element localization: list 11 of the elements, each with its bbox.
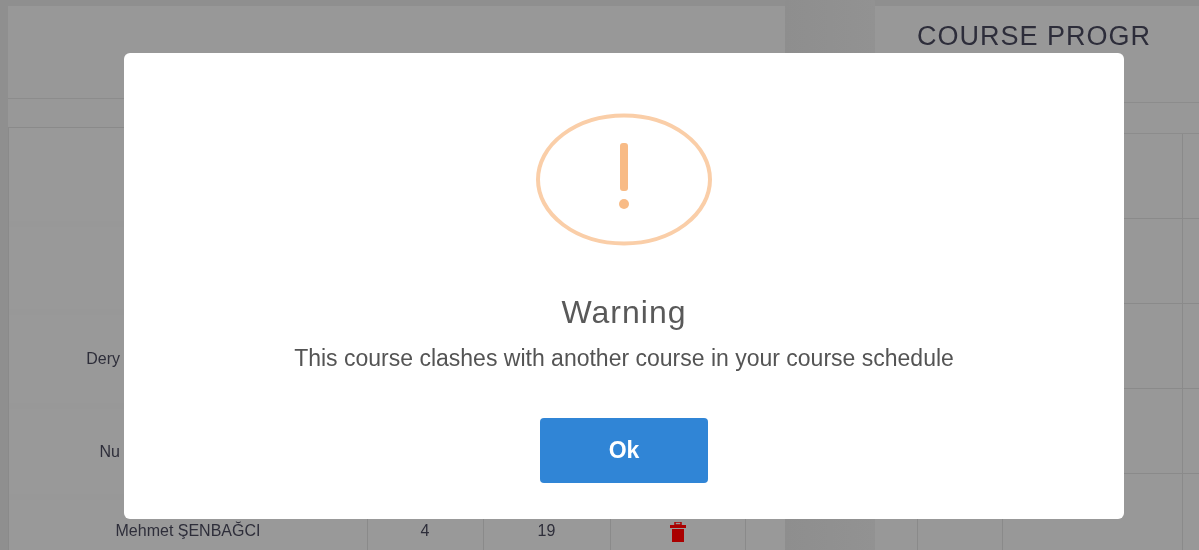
student-name: Mehmet ŞENBAĞCI — [115, 522, 261, 540]
student-name: Nu — [99, 442, 120, 461]
dialog-title: Warning — [561, 294, 687, 331]
ok-button[interactable]: Ok — [540, 418, 708, 483]
dialog-message: This course clashes with another course in your course schedule — [294, 345, 954, 372]
warning-icon — [535, 113, 713, 246]
table-cell: 19 — [537, 522, 556, 540]
table-cell: 4 — [420, 522, 430, 540]
trash-icon[interactable] — [668, 522, 687, 542]
page-title: COURSE PROGR — [917, 20, 1153, 52]
student-name: Dery — [86, 350, 120, 368]
